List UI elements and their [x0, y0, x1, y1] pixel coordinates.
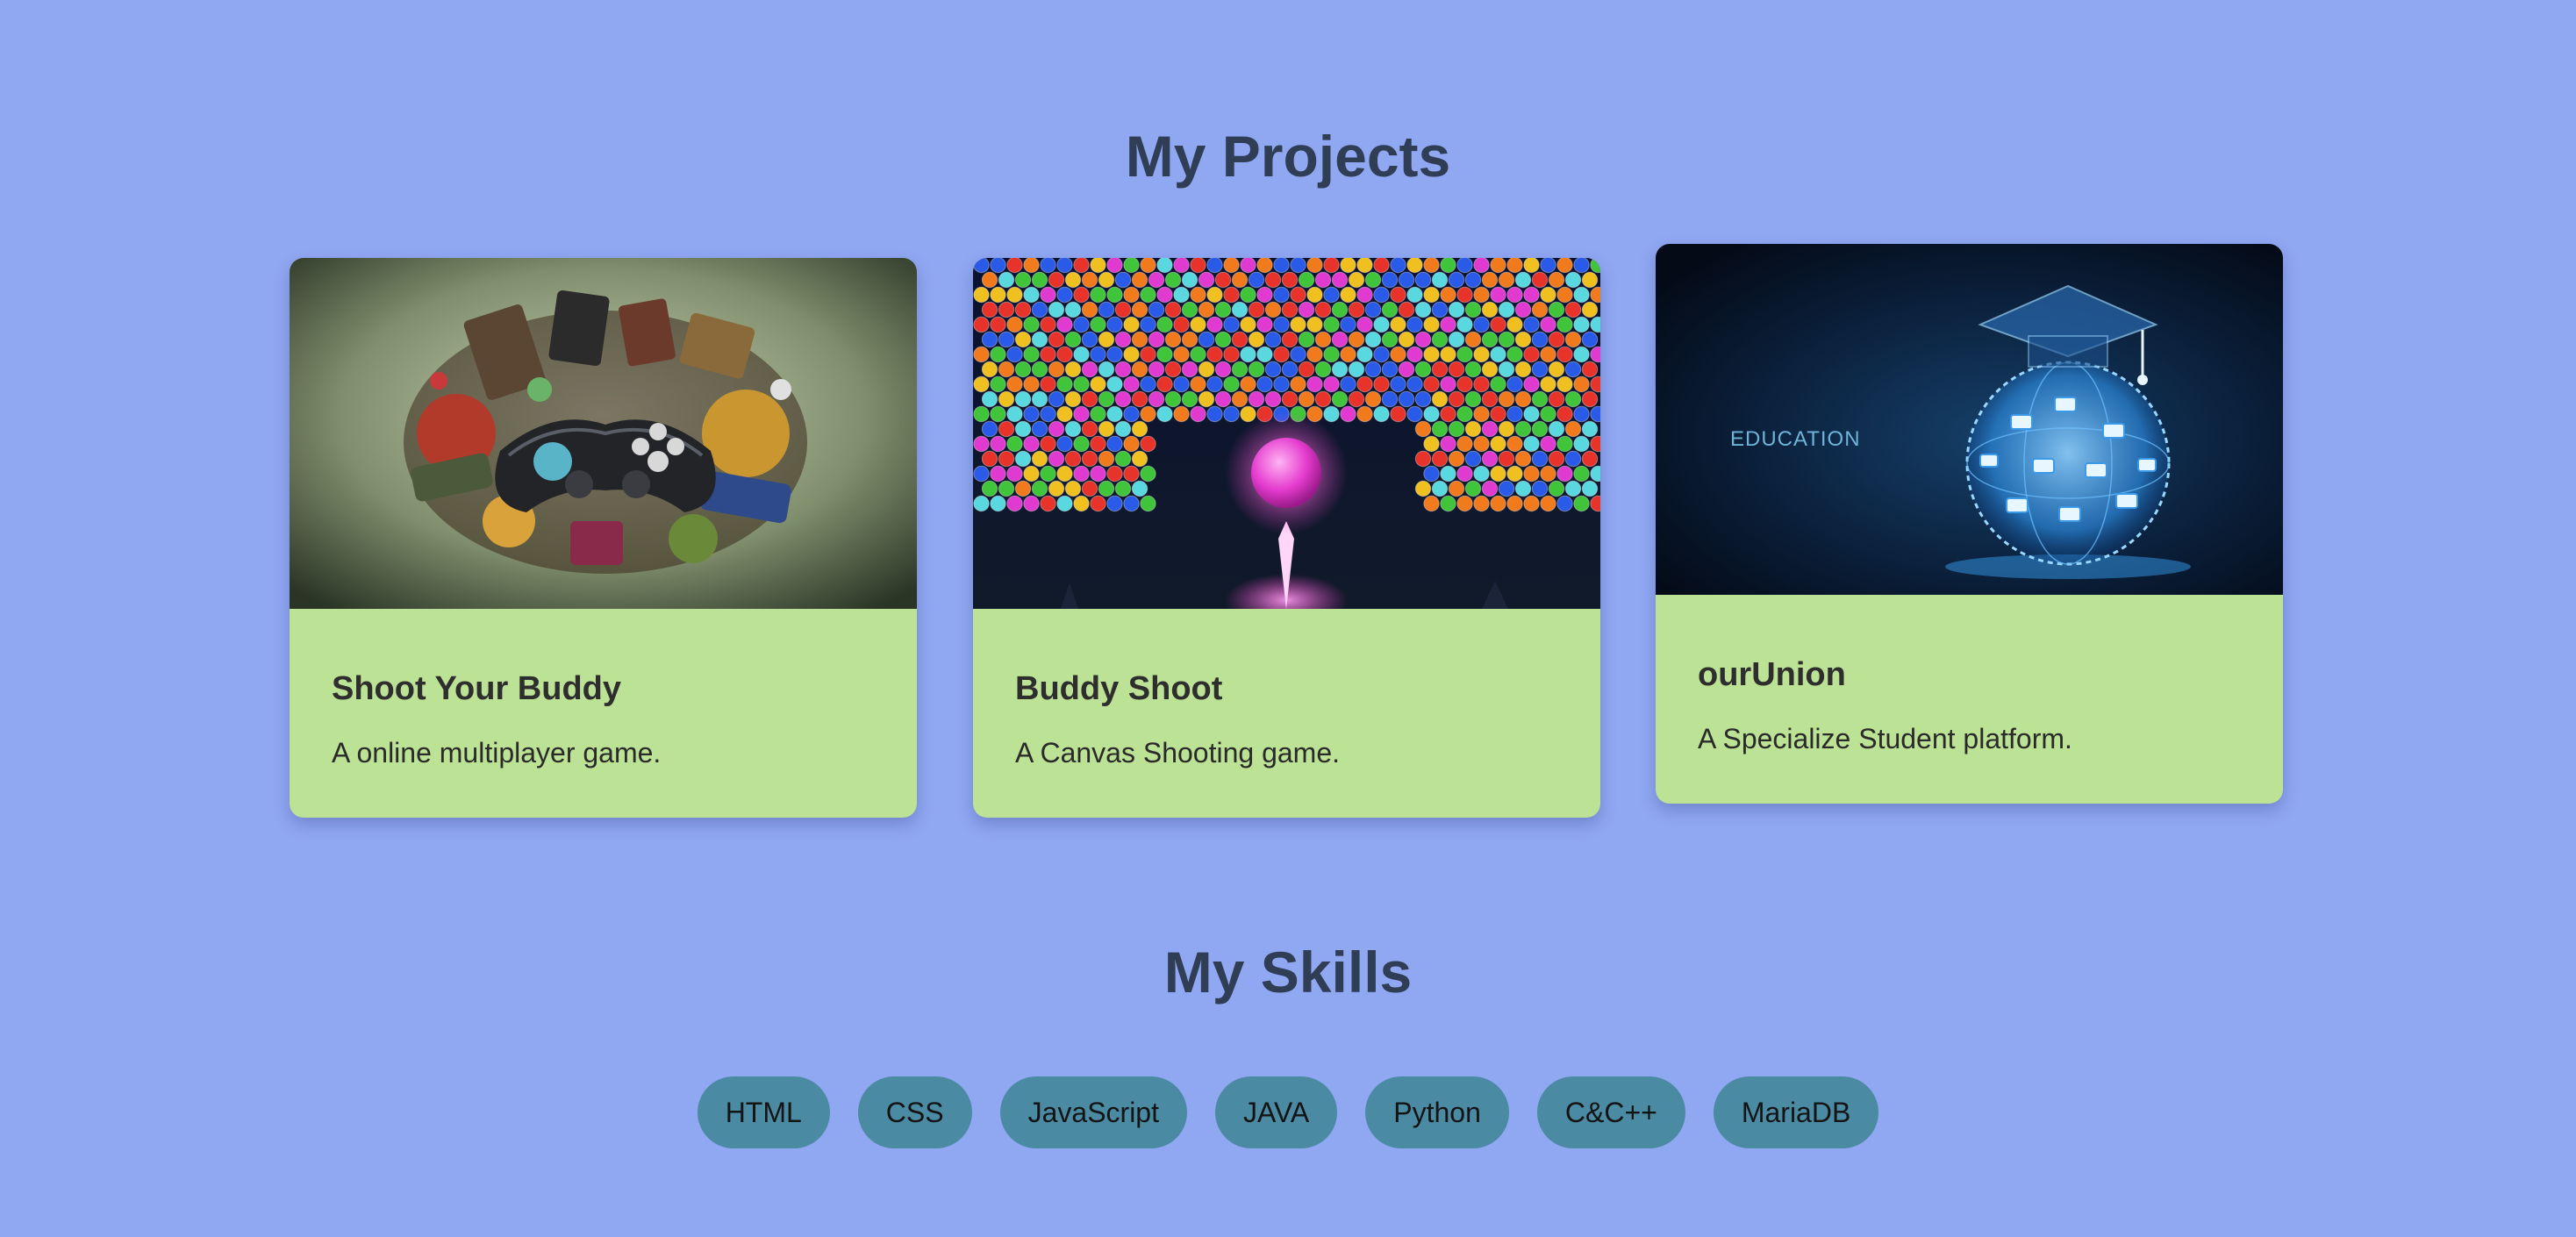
project-image-bubble-shooter: [973, 258, 1600, 609]
skill-pill-javascript: JavaScript: [999, 1076, 1187, 1148]
project-title: ourUnion: [1698, 656, 1846, 693]
project-card-ourunion[interactable]: EDUCATION ourUnion A Specialize Student …: [1656, 244, 2283, 804]
project-description: A online multiplayer game.: [332, 737, 662, 769]
project-image-education-globe: EDUCATION: [1656, 244, 2283, 595]
project-description: A Specialize Student platform.: [1698, 723, 2072, 754]
project-title: Shoot Your Buddy: [332, 670, 622, 707]
project-title: Buddy Shoot: [1015, 670, 1223, 707]
project-image-gaming-collage: [290, 258, 917, 609]
skills-heading: My Skills: [1163, 940, 1413, 1005]
projects-heading: My Projects: [1125, 124, 1451, 189]
skill-pill-css: CSS: [857, 1076, 972, 1148]
skill-pill-java: JAVA: [1214, 1076, 1338, 1148]
skill-pill-html: HTML: [697, 1076, 830, 1148]
project-card-shoot-your-buddy[interactable]: Shoot Your Buddy A online multiplayer ga…: [290, 258, 917, 818]
education-image-text: EDUCATION: [1730, 427, 1861, 451]
project-card-buddy-shoot[interactable]: Buddy Shoot A Canvas Shooting game.: [973, 258, 1600, 818]
skill-pill-c-cpp: C&C++: [1536, 1076, 1685, 1148]
skill-pill-python: Python: [1365, 1076, 1509, 1148]
project-description: A Canvas Shooting game.: [1015, 737, 1341, 769]
skill-pill-mariadb: MariaDB: [1713, 1076, 1879, 1148]
skills-list: HTML CSS JavaScript JAVA Python C&C++ Ma…: [0, 1076, 2576, 1148]
